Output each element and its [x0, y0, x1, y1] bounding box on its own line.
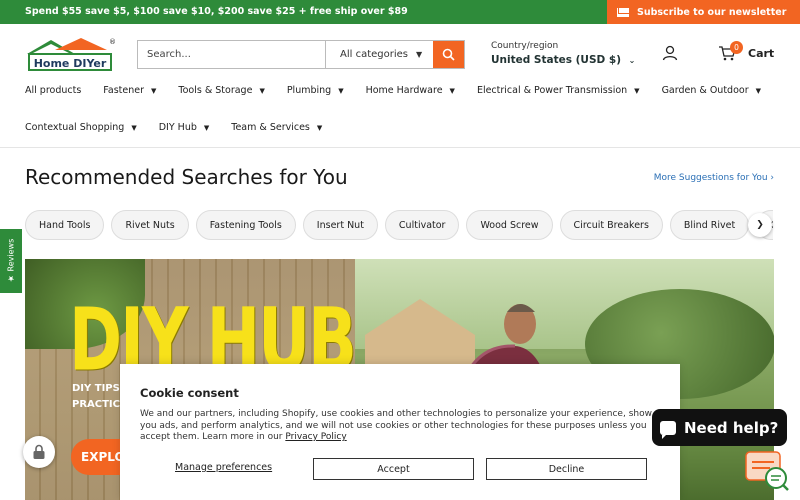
chips-next-button[interactable]: ❯: [748, 213, 772, 237]
search-input[interactable]: [138, 41, 325, 68]
nav-team-services[interactable]: Team & Services ▼: [231, 122, 322, 133]
chevron-down-icon: ▼: [259, 86, 265, 95]
cart-count-badge: 0: [730, 41, 743, 54]
promo-text: Spend $55 save $5, $100 save $10, $200 s…: [25, 6, 408, 17]
privacy-policy-link[interactable]: Privacy Policy: [285, 432, 346, 442]
chevron-down-icon: ▼: [203, 123, 210, 132]
chip-wood-screw[interactable]: Wood Screw: [466, 210, 553, 240]
nav-home-hardware[interactable]: Home Hardware ▼: [366, 85, 455, 96]
main-nav: All products Fastener ▼ Tools & Storage ▼ …: [25, 85, 783, 96]
category-label: All categories: [340, 49, 408, 60]
logo-registered: ®: [109, 38, 115, 46]
logo-text: Home DIYer: [34, 57, 107, 70]
reviews-tab[interactable]: ★ Reviews: [0, 229, 22, 293]
cookie-consent-dialog: Cookie consent We and our partners, incl…: [120, 364, 680, 500]
need-help-button[interactable]: Need help?: [652, 409, 787, 446]
chip-cultivator[interactable]: Cultivator: [384, 210, 460, 240]
account-button[interactable]: [662, 45, 678, 65]
region-value: United States (USD $): [491, 54, 621, 66]
privacy-button[interactable]: [23, 436, 55, 468]
decline-button[interactable]: Decline: [486, 458, 647, 480]
chip-insert-nut[interactable]: Insert Nut: [302, 210, 378, 240]
search-button[interactable]: [433, 41, 464, 68]
logo[interactable]: Home DIYer ®: [25, 36, 116, 74]
cart-button[interactable]: 0 Cart: [718, 41, 775, 62]
cookie-title: Cookie consent: [140, 386, 239, 400]
cart-label: Cart: [748, 46, 775, 60]
region-selector[interactable]: Country/region United States (USD $) ⌄: [491, 41, 635, 66]
search-bar: All categories ▼: [137, 40, 465, 69]
chat-bubble-icon: [660, 420, 676, 439]
chevron-down-icon: ▼: [338, 86, 344, 95]
nav-garden-outdoor[interactable]: Garden & Outdoor ▼: [662, 85, 761, 96]
chevron-down-icon: ▼: [316, 123, 323, 132]
chevron-down-icon: ⌄: [628, 56, 636, 65]
chevron-down-icon: ▼: [755, 86, 762, 95]
promo-bar: Spend $55 save $5, $100 save $10, $200 s…: [0, 0, 800, 24]
divider: [0, 147, 800, 148]
nav-contextual-shopping[interactable]: Contextual Shopping ▼: [25, 122, 137, 133]
chip-hand-tools[interactable]: Hand Tools: [25, 210, 105, 240]
nav-electrical[interactable]: Electrical & Power Transmission ▼: [477, 85, 640, 96]
user-icon: [662, 45, 678, 61]
chevron-down-icon: ▼: [151, 86, 157, 95]
accept-button[interactable]: Accept: [313, 458, 474, 480]
newsletter-button[interactable]: Subscribe to our newsletter: [607, 0, 800, 24]
section-title: Recommended Searches for You: [25, 165, 348, 189]
secondary-nav: Contextual Shopping ▼ DIY Hub ▼ Team & Ser…: [25, 122, 344, 133]
nav-fastener[interactable]: Fastener ▼: [103, 85, 156, 96]
chevron-down-icon: ▼: [131, 123, 137, 132]
nav-tools-storage[interactable]: Tools & Storage ▼: [178, 85, 264, 96]
nav-all-products[interactable]: All products: [25, 85, 81, 96]
chevron-down-icon: ▼: [416, 50, 423, 59]
lock-icon: [33, 444, 45, 459]
chevron-right-icon: ❯: [756, 220, 764, 230]
need-help-label: Need help?: [684, 418, 779, 437]
chat-widget-icon[interactable]: [744, 448, 790, 494]
chip-fastening-tools[interactable]: Fastening Tools: [195, 210, 296, 240]
nav-diy-hub[interactable]: DIY Hub ▼: [159, 122, 210, 133]
chevron-down-icon: ▼: [449, 86, 455, 95]
chevron-down-icon: ▼: [634, 86, 640, 95]
region-label: Country/region: [491, 41, 559, 51]
search-icon: [442, 48, 455, 61]
chip-rivet-nuts[interactable]: Rivet Nuts: [111, 210, 189, 240]
newsletter-label: Subscribe to our newsletter: [637, 6, 787, 18]
cookie-body: We and our partners, including Shopify, …: [140, 409, 652, 442]
mail-icon: [617, 7, 629, 17]
search-chips: Hand Tools Rivet Nuts Fastening Tools In…: [25, 210, 773, 240]
category-select[interactable]: All categories ▼: [325, 41, 433, 68]
nav-plumbing[interactable]: Plumbing ▼: [287, 85, 344, 96]
chip-circuit-breakers[interactable]: Circuit Breakers: [559, 210, 663, 240]
manage-preferences-link[interactable]: Manage preferences: [175, 462, 272, 473]
more-suggestions-link[interactable]: More Suggestions for You ›: [654, 173, 774, 183]
chip-blind-rivet[interactable]: Blind Rivet: [669, 210, 750, 240]
